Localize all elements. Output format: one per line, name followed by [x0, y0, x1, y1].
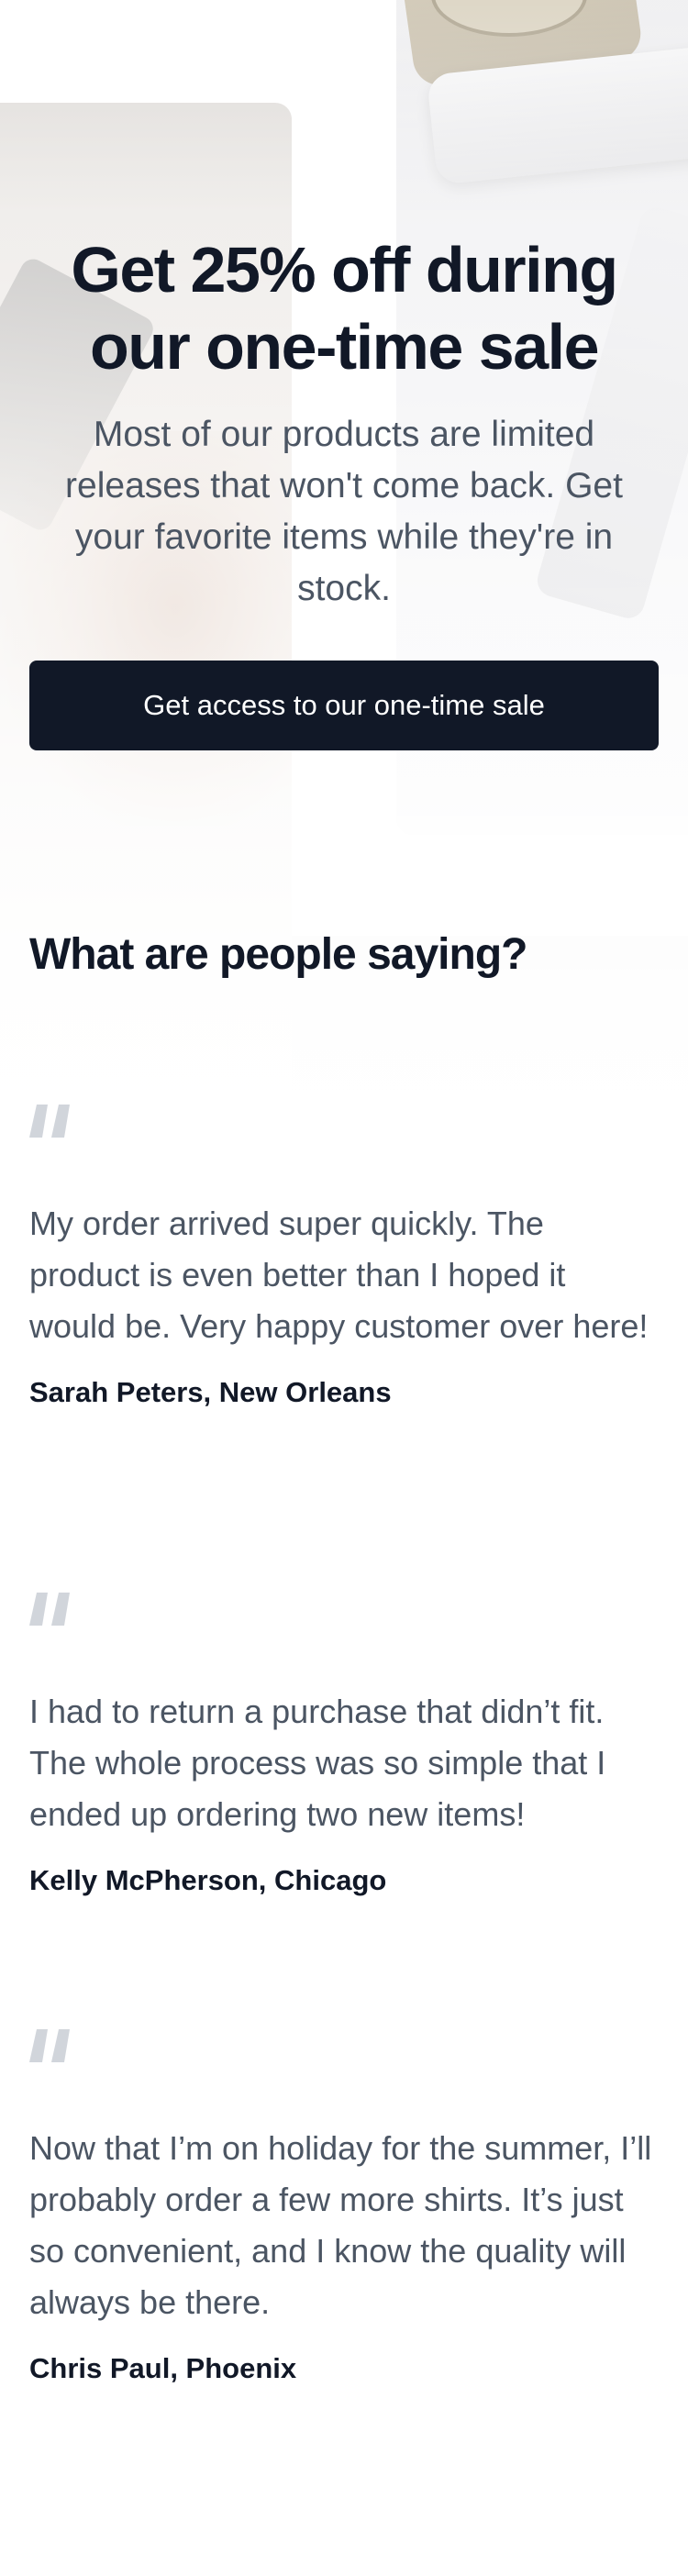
- testimonial-quote: My order arrived super quickly. The prod…: [29, 1205, 649, 1345]
- testimonial-author: Chris Paul, Phoenix: [29, 2352, 297, 2384]
- testimonial-card: Now that I’m on holiday for the summer, …: [29, 2029, 659, 2389]
- hero-subtitle: Most of our products are limited release…: [65, 415, 623, 608]
- testimonial-quote: I had to return a purchase that didn’t f…: [29, 1693, 606, 1833]
- testimonial-author: Sarah Peters, New Orleans: [29, 1376, 392, 1408]
- quote-icon: [29, 1593, 70, 1626]
- quote-icon: [29, 1105, 70, 1138]
- testimonial-quote: Now that I’m on holiday for the summer, …: [29, 2129, 652, 2321]
- testimonial-card: My order arrived super quickly. The prod…: [29, 1105, 659, 1413]
- hero-section: Get 25% off during our one-time sale Mos…: [0, 0, 688, 807]
- testimonials-heading: What are people saying?: [29, 930, 527, 979]
- sale-access-button[interactable]: Get access to our one-time sale: [29, 661, 659, 750]
- testimonial-author: Kelly McPherson, Chicago: [29, 1864, 387, 1896]
- quote-icon: [29, 2029, 70, 2062]
- hero-title: Get 25% off during our one-time sale: [71, 234, 618, 383]
- testimonial-card: I had to return a purchase that didn’t f…: [29, 1593, 659, 1901]
